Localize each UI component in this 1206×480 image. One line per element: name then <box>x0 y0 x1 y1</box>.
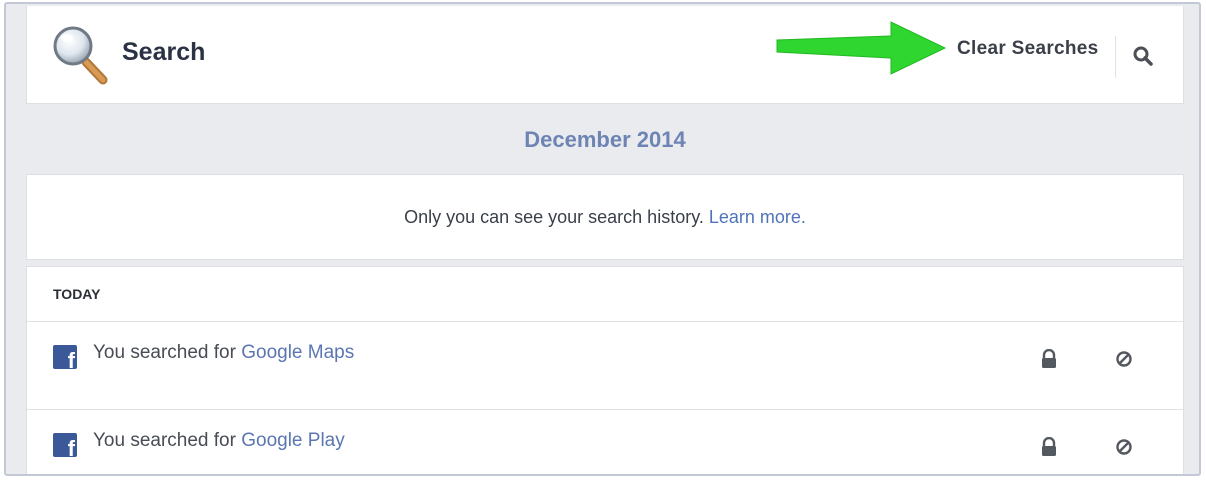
annotation-arrow-icon <box>776 21 947 75</box>
search-entry-text: You searched for Google Play <box>93 430 345 452</box>
facebook-icon: f <box>53 433 77 457</box>
lock-icon[interactable] <box>1040 349 1058 369</box>
hide-entry-icon[interactable] <box>1115 438 1133 456</box>
header: Search Clear Searches <box>26 6 1184 104</box>
search-entry-text: You searched for Google Maps <box>93 342 354 364</box>
search-history-list: TODAY f You searched for Google Maps f Y… <box>26 266 1184 474</box>
hide-entry-icon[interactable] <box>1115 350 1133 368</box>
lock-icon[interactable] <box>1040 437 1058 457</box>
search-query-link[interactable]: Google Maps <box>241 342 354 363</box>
search-query-link[interactable]: Google Play <box>241 430 345 451</box>
privacy-notice: Only you can see your search history. Le… <box>26 174 1184 260</box>
search-history-window: Search Clear Searches December 2014 Only… <box>4 2 1201 476</box>
list-item: f You searched for Google Maps <box>27 322 1183 410</box>
facebook-icon: f <box>53 345 77 369</box>
search-entry-prefix: You searched for <box>93 342 242 363</box>
divider <box>1115 36 1116 78</box>
search-icon[interactable] <box>1131 44 1157 70</box>
magnifier-icon <box>53 26 108 85</box>
learn-more-link[interactable]: Learn more. <box>709 207 806 227</box>
search-entry-prefix: You searched for <box>93 430 242 451</box>
clear-searches-button[interactable]: Clear Searches <box>957 38 1099 60</box>
privacy-notice-text: Only you can see your search history. <box>404 207 709 227</box>
month-heading: December 2014 <box>524 127 686 152</box>
list-item: f You searched for Google Play <box>27 410 1183 474</box>
section-label-today: TODAY <box>27 267 1183 322</box>
page-title: Search <box>122 38 206 66</box>
